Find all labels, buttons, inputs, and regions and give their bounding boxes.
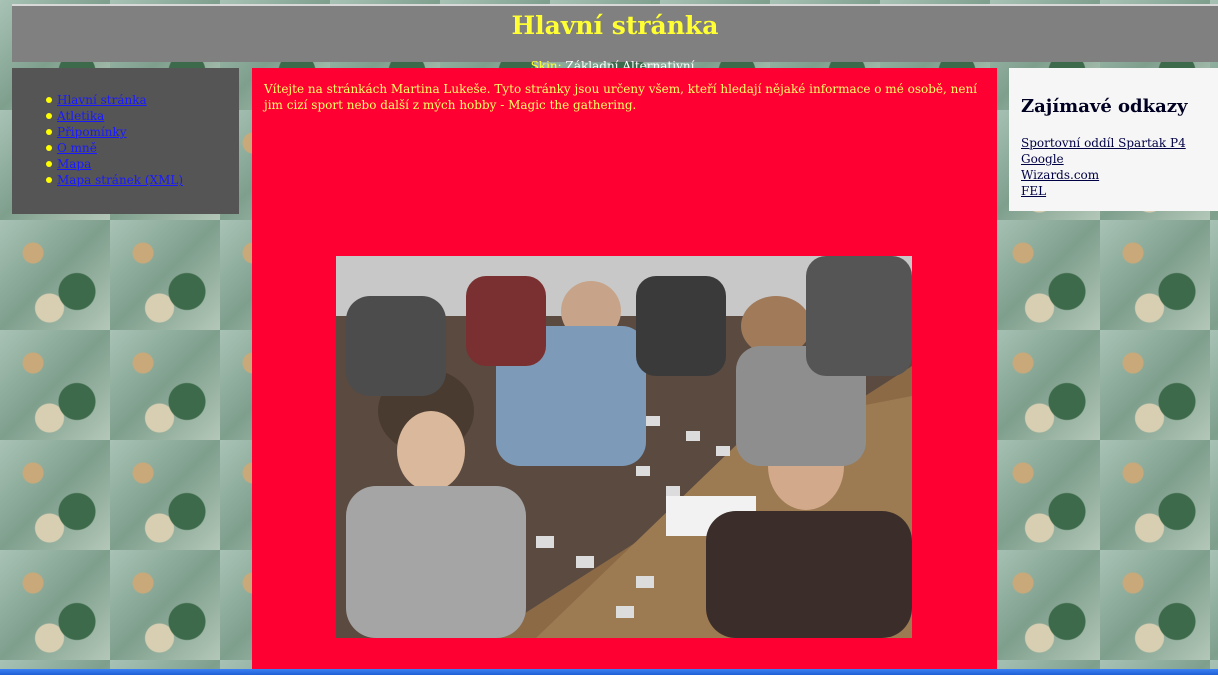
magic-tournament-photo — [336, 256, 912, 638]
nav-item-comments: Připomínky — [46, 124, 239, 140]
bullet-icon — [46, 129, 52, 135]
photo-illustration — [336, 256, 912, 638]
sidebar-nav: Hlavní stránka Atletika Připomínky O mně… — [12, 68, 239, 214]
nav-item-athletics: Atletika — [46, 108, 239, 124]
nav-link-sitemap[interactable]: Mapa stránek (XML) — [57, 173, 183, 187]
nav-link-athletics[interactable]: Atletika — [57, 109, 104, 123]
main-content: Vítejte na stránkách Martina Lukeše. Tyt… — [252, 68, 997, 675]
page-title: Hlavní stránka — [511, 11, 719, 40]
links-heading: Zajímavé odkazy — [1021, 96, 1188, 117]
nav-link-about[interactable]: O mně — [57, 141, 97, 155]
bullet-icon — [46, 177, 52, 183]
nav-link-home[interactable]: Hlavní stránka — [57, 93, 147, 107]
nav-list: Hlavní stránka Atletika Připomínky O mně… — [12, 92, 239, 188]
nav-link-comments[interactable]: Připomínky — [57, 125, 127, 139]
links-panel: Zajímavé odkazy Sportovní oddíl Spartak … — [1009, 68, 1218, 211]
link-google[interactable]: Google — [1021, 151, 1206, 167]
header-bar: Hlavní stránka — [12, 4, 1218, 62]
bullet-icon — [46, 145, 52, 151]
nav-link-map[interactable]: Mapa — [57, 157, 91, 171]
link-fel[interactable]: FEL — [1021, 183, 1206, 199]
bullet-icon — [46, 113, 52, 119]
nav-item-about: O mně — [46, 140, 239, 156]
link-spartak[interactable]: Sportovní oddíl Spartak P4 — [1021, 135, 1206, 151]
os-taskbar[interactable] — [0, 669, 1218, 675]
link-wizards[interactable]: Wizards.com — [1021, 167, 1206, 183]
nav-item-home: Hlavní stránka — [46, 92, 239, 108]
bullet-icon — [46, 161, 52, 167]
bullet-icon — [46, 97, 52, 103]
nav-item-sitemap: Mapa stránek (XML) — [46, 172, 239, 188]
nav-item-map: Mapa — [46, 156, 239, 172]
intro-text: Vítejte na stránkách Martina Lukeše. Tyt… — [264, 82, 978, 112]
